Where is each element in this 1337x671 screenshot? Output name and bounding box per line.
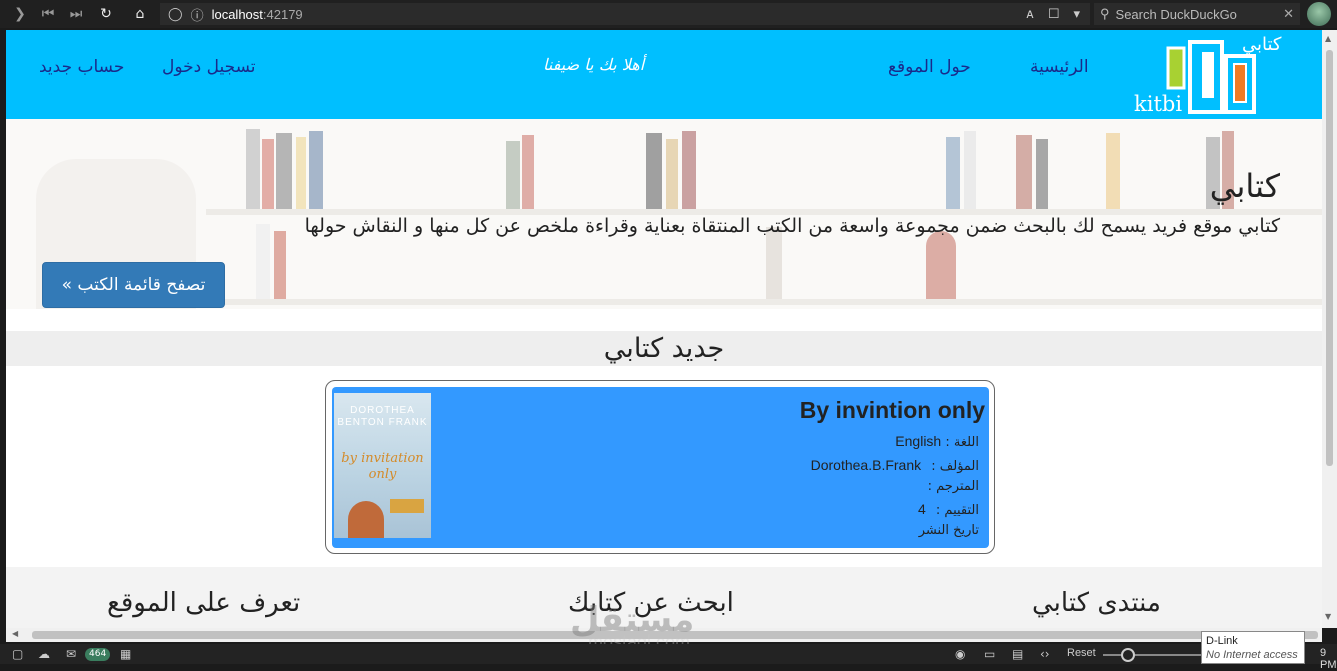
home-icon[interactable]: ⌂	[125, 0, 155, 28]
translate-icon[interactable]: ᴀ	[1026, 7, 1034, 22]
calendar-icon[interactable]: ▦	[120, 647, 131, 661]
network-name: D-Link	[1206, 635, 1238, 647]
mail-icon[interactable]: ✉	[66, 647, 76, 661]
zoom-slider[interactable]	[1103, 654, 1203, 656]
nav-home[interactable]: الرئيسية	[1030, 57, 1089, 77]
profile-avatar[interactable]	[1307, 2, 1331, 26]
nav-signup[interactable]: حساب جديد	[39, 57, 124, 77]
network-status: No Internet access	[1206, 649, 1298, 661]
cover-title: by invitation only	[341, 451, 424, 482]
browser-toolbar: ❯ ⏮ ⏭ ↻ ⌂ ◯ ⓘ localhost:42179 ᴀ ☐ ▾ ⚲ Se…	[0, 0, 1337, 28]
network-tooltip: D-Link No Internet access	[1201, 631, 1305, 664]
book-card-body: DOROTHEA BENTON FRANK by invitation only…	[332, 387, 989, 548]
skip-back-icon[interactable]: ⏮	[33, 0, 63, 28]
scroll-left-icon[interactable]: ◀	[12, 629, 18, 638]
hero-description: كتابي موقع فريد يسمح لك بالبحث ضمن مجموع…	[304, 215, 1280, 237]
cover-figure	[348, 501, 384, 538]
section-title: جديد كتابي	[603, 333, 725, 364]
cover-stamp	[390, 499, 424, 513]
cover-author: DOROTHEA BENTON FRANK	[337, 405, 428, 428]
skip-forward-icon[interactable]: ⏭	[61, 0, 91, 28]
shield-icon: ◯	[168, 6, 183, 22]
url-port: :42179	[262, 6, 303, 22]
mail-count-badge: 464	[85, 648, 111, 661]
author-label: المؤلف :	[931, 459, 979, 474]
search-placeholder: Search DuckDuckGo	[1115, 6, 1237, 22]
info-icon: ⓘ	[190, 8, 204, 24]
back-icon[interactable]: ❯	[5, 0, 35, 28]
logo-text: kitbi	[1134, 92, 1183, 116]
chevron-down-icon[interactable]: ▾	[1073, 7, 1080, 22]
window-icon[interactable]: ▭	[984, 647, 995, 661]
scrollbar-thumb[interactable]	[1326, 50, 1333, 466]
url-host: localhost	[211, 6, 263, 22]
nav-login[interactable]: تسجيل دخول	[162, 57, 256, 77]
bookmark-icon[interactable]: ☐	[1048, 7, 1060, 22]
site-header: حساب جديد تسجيل دخول أهلا بك يا ضيفنا حو…	[6, 30, 1322, 119]
scroll-up-icon[interactable]: ▲	[1325, 34, 1331, 43]
browse-books-button[interactable]: تصفح قائمة الكتب »	[42, 262, 225, 308]
zoom-slider-knob[interactable]	[1121, 648, 1135, 662]
address-bar[interactable]: ◯ ⓘ localhost:42179 ᴀ ☐ ▾	[160, 3, 1090, 25]
reload-icon[interactable]: ↻	[91, 0, 121, 28]
search-input[interactable]: ⚲ Search DuckDuckGo ✕	[1094, 3, 1300, 25]
url-text: localhost:42179	[212, 7, 303, 22]
close-icon[interactable]: ✕	[1283, 6, 1294, 22]
sidebar-icon[interactable]: ▢	[12, 647, 23, 661]
zoom-reset-button[interactable]: Reset	[1067, 647, 1096, 659]
logo-arabic: كتابي	[1242, 34, 1282, 55]
cloud-icon[interactable]: ☁	[38, 647, 50, 661]
author-value: Dorothea.B.Frank	[810, 457, 922, 473]
page-viewport: حساب جديد تسجيل دخول أهلا بك يا ضيفنا حو…	[6, 30, 1322, 628]
status-bar: ▢ ☁ ✉ 464 ▦ ◉ ▭ ▤ ‹› Reset 9 PM	[0, 644, 1337, 671]
camera-icon[interactable]: ◉	[955, 647, 965, 661]
language-value: English	[895, 433, 942, 449]
language-label: اللغة :	[945, 435, 979, 450]
rating-label: التقييم :	[935, 503, 979, 518]
vertical-scrollbar[interactable]: ▲ ▼	[1322, 30, 1337, 628]
translator-label: المترجم :	[927, 479, 979, 494]
book-language-row: اللغة : English	[895, 433, 979, 450]
search-icon: ⚲	[1100, 6, 1110, 21]
book-title[interactable]: By invintion only	[800, 397, 985, 424]
scroll-down-icon[interactable]: ▼	[1325, 612, 1331, 621]
hero-section: كتابي كتابي موقع فريد يسمح لك بالبحث ضمن…	[6, 119, 1322, 309]
book-author-row: المؤلف : Dorothea.B.Frank	[811, 457, 979, 474]
book-pubdate-row: تاريخ النشر	[919, 523, 979, 538]
image-icon[interactable]: ▤	[1012, 647, 1023, 661]
book-cover[interactable]: DOROTHEA BENTON FRANK by invitation only	[334, 393, 431, 538]
code-icon[interactable]: ‹›	[1040, 647, 1050, 661]
pubdate-label: تاريخ النشر	[918, 523, 979, 538]
site-logo[interactable]: kitbi كتابي	[1134, 34, 1294, 118]
book-rating-row: التقييم : 4	[918, 501, 979, 518]
welcome-text: أهلا بك يا ضيفنا	[543, 55, 645, 74]
hero-title: كتابي	[1209, 167, 1280, 205]
book-translator-row: المترجم :	[928, 479, 979, 494]
footer-forum-heading: منتدى كتابي	[1032, 588, 1161, 618]
nav-about[interactable]: حول الموقع	[888, 57, 971, 77]
clock: 9 PM	[1320, 647, 1337, 671]
rating-value: 4	[917, 501, 926, 517]
footer-about-heading: تعرف على الموقع	[107, 588, 301, 618]
book-card[interactable]: DOROTHEA BENTON FRANK by invitation only…	[325, 380, 995, 554]
